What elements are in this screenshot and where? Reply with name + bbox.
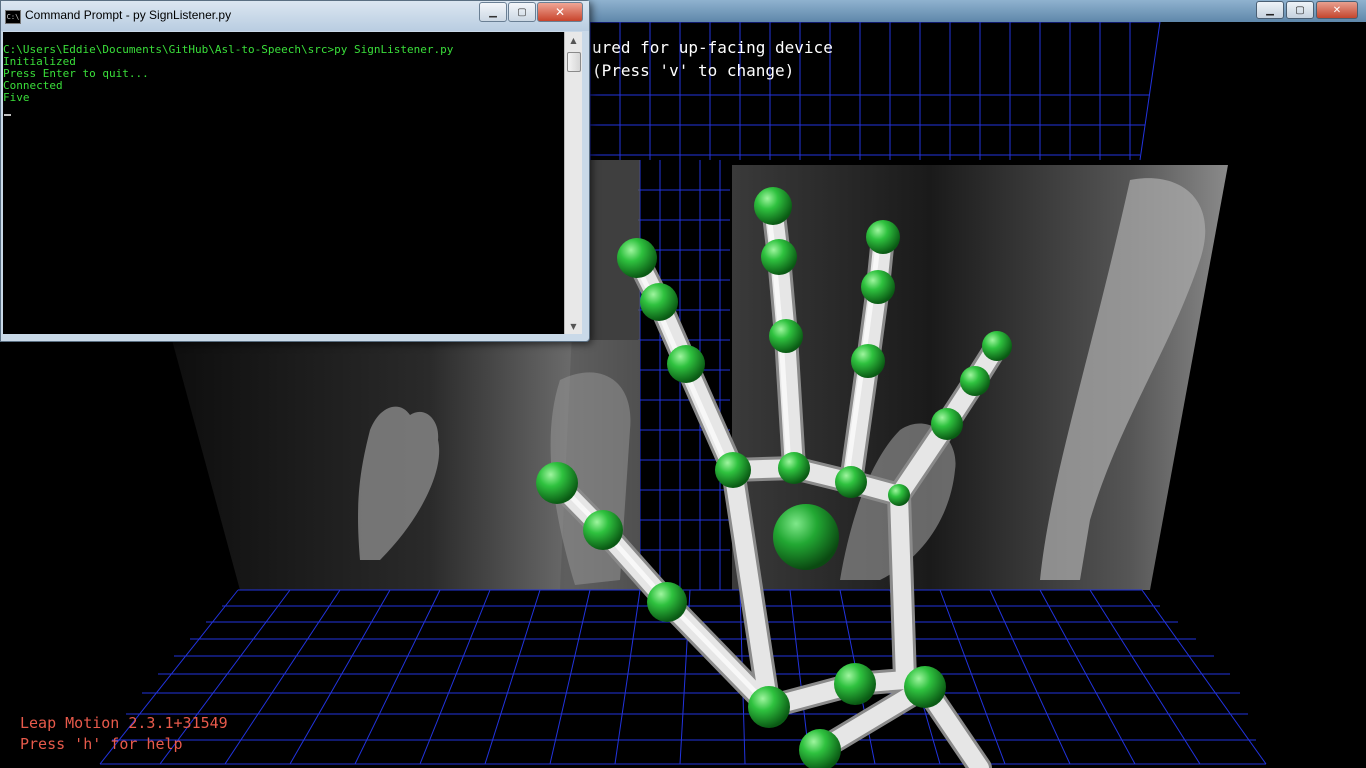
cmd-app-icon[interactable]: C:\ <box>5 10 21 24</box>
cmd-close-button[interactable]: ✕ <box>537 2 583 22</box>
scrollbar-thumb[interactable] <box>567 52 581 72</box>
command-prompt-window[interactable]: C:\ Command Prompt - py SignListener.py … <box>0 0 590 342</box>
visualizer-maximize-button[interactable]: ▢ <box>1286 1 1314 19</box>
visualizer-close-button[interactable]: ✕ <box>1316 1 1358 19</box>
cmd-vertical-scrollbar[interactable]: ▲ ▼ <box>564 32 582 334</box>
cmd-output-line: Five <box>3 91 30 104</box>
scroll-down-arrow-icon[interactable]: ▼ <box>565 318 582 334</box>
leap-version-label: Leap Motion 2.3.1+31549 <box>20 714 228 732</box>
orientation-banner-line2: (Press 'v' to change) <box>592 61 795 80</box>
visualizer-minimize-button[interactable]: ▁ <box>1256 1 1284 19</box>
cmd-window-title: Command Prompt - py SignListener.py <box>25 8 232 22</box>
cmd-minimize-button[interactable]: ▁ <box>479 2 507 22</box>
orientation-banner-line1: ured for up-facing device <box>592 38 833 57</box>
text-cursor <box>4 114 11 116</box>
cmd-maximize-button[interactable]: ▢ <box>508 2 536 22</box>
help-hint-label: Press 'h' for help <box>20 735 183 753</box>
scroll-up-arrow-icon[interactable]: ▲ <box>565 32 582 48</box>
cmd-titlebar[interactable]: C:\ Command Prompt - py SignListener.py … <box>1 1 589 31</box>
cmd-console-output[interactable]: C:\Users\Eddie\Documents\GitHub\Asl-to-S… <box>3 32 564 334</box>
palm-sphere <box>773 504 839 570</box>
